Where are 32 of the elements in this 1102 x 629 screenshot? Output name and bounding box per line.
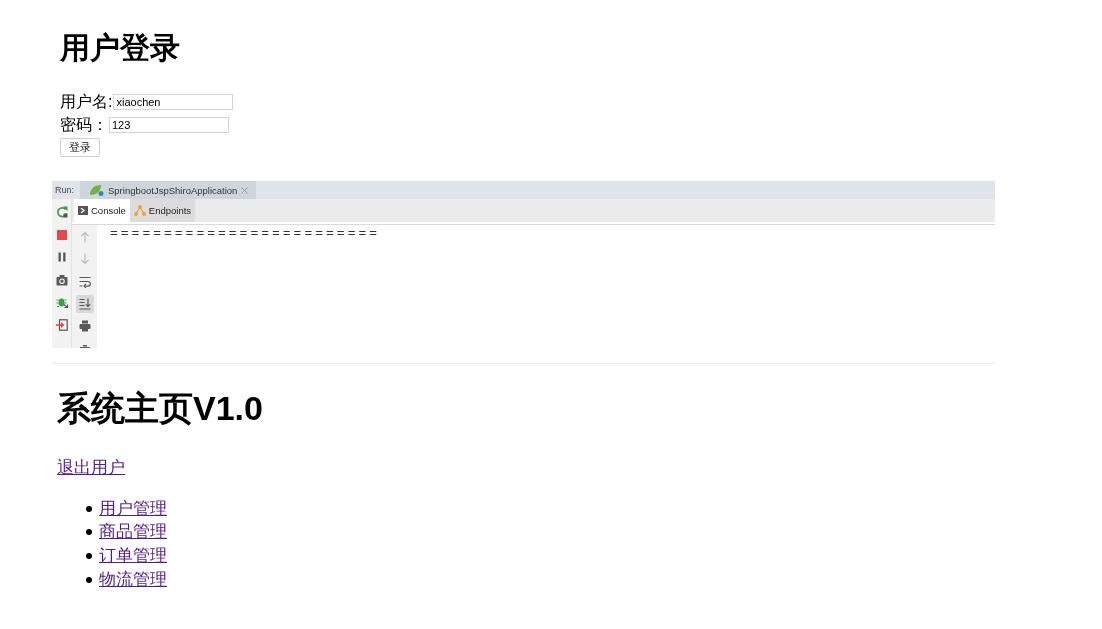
- run-label: Run:: [54, 185, 75, 195]
- input-field[interactable]: 123: [109, 116, 229, 133]
- camera-icon[interactable]: [55, 273, 68, 286]
- exit-icon[interactable]: [55, 318, 68, 331]
- stop-icon[interactable]: [55, 228, 68, 241]
- page-title: 用户登录: [60, 30, 180, 66]
- console-tab[interactable]: Console: [74, 199, 130, 222]
- field-label: 密码：: [60, 114, 108, 135]
- menu-link[interactable]: 订单管理: [99, 546, 167, 566]
- bullet-icon: [86, 529, 92, 536]
- page-title: 系统主页V1.0: [57, 388, 263, 428]
- bullet-icon: [86, 553, 92, 559]
- console-tab[interactable]: Endpoints: [129, 199, 196, 222]
- input-field[interactable]: xiaochen: [113, 93, 234, 110]
- logout-link[interactable]: 退出用户: [57, 458, 125, 478]
- field-label: 用户名:: [60, 91, 113, 112]
- leaf-icon: [89, 184, 104, 196]
- menu-link[interactable]: 用户管理: [99, 498, 167, 519]
- printer-icon[interactable]: [78, 320, 91, 333]
- bullet-icon: [86, 505, 92, 512]
- menu-link[interactable]: 物流管理: [99, 569, 167, 590]
- run-tab[interactable]: SpringbootJspShiroApplication: [80, 181, 257, 199]
- terminal-icon: [78, 206, 88, 215]
- bullet-icon: [86, 576, 92, 583]
- console-output-line: =========================: [110, 226, 381, 242]
- bug-icon[interactable]: [55, 296, 68, 308]
- wrap-icon[interactable]: [78, 275, 91, 288]
- scroll-to-end-icon[interactable]: [75, 294, 94, 313]
- nodes-icon: [133, 205, 146, 216]
- login-button[interactable]: 登录: [60, 138, 100, 157]
- menu-link[interactable]: 商品管理: [99, 522, 167, 543]
- rerun-icon[interactable]: [55, 206, 68, 218]
